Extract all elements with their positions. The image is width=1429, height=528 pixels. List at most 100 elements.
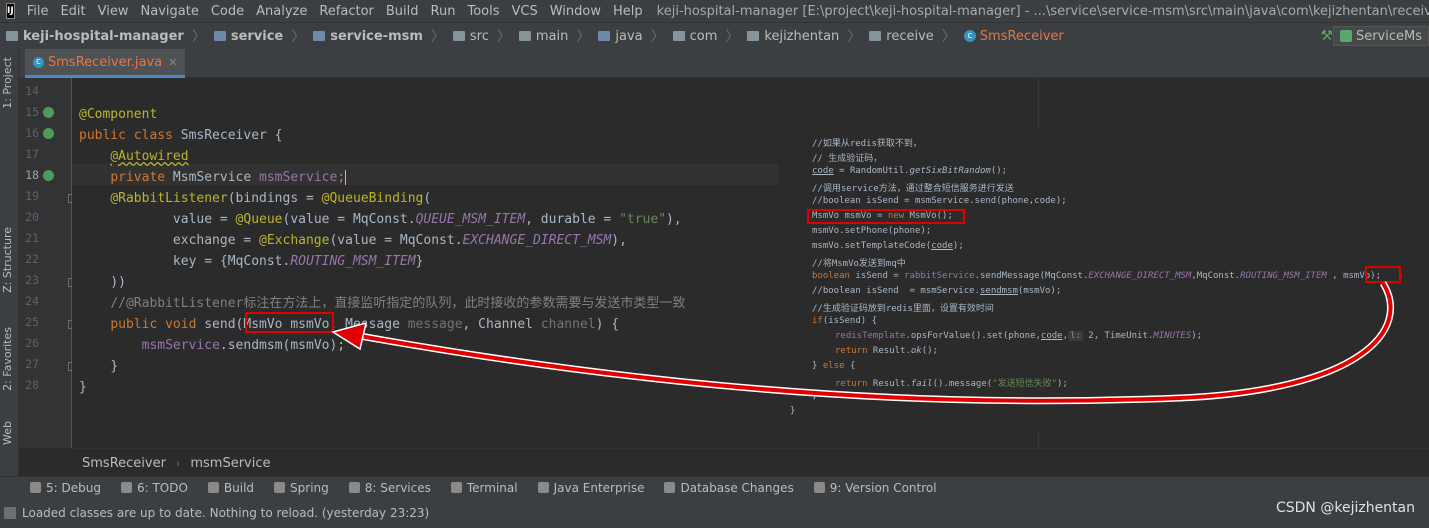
line-number: 27 — [25, 357, 39, 371]
terminal-icon — [450, 482, 462, 493]
status-message-icon[interactable] — [4, 506, 16, 519]
build-hammer-icon[interactable]: ⚒ — [1320, 28, 1333, 44]
tool-tab-project[interactable]: 1: Project — [1, 57, 17, 109]
code-lines: @Component public class SmsReceiver { @A… — [79, 104, 685, 398]
editor-tab-bar: c SmsReceiver.java ✕ — [19, 49, 1429, 78]
tool-window-spring[interactable]: Spring — [264, 481, 339, 495]
module-folder-icon — [313, 31, 326, 41]
crumb-receive[interactable]: receive — [867, 29, 936, 44]
crumb-main[interactable]: main — [517, 29, 570, 44]
tool-window-terminal[interactable]: Terminal — [441, 481, 528, 495]
spring-boot-icon — [1339, 30, 1352, 42]
spring-bean-icon[interactable] — [43, 107, 54, 118]
tool-window-build[interactable]: Build — [198, 481, 264, 495]
tool-tab-web[interactable]: Web — [1, 421, 17, 445]
menu-vcs[interactable]: VCS — [506, 4, 544, 19]
code-crumb-class[interactable]: SmsReceiver — [72, 456, 176, 471]
status-bar: Loaded classes are up to date. Nothing t… — [0, 497, 1429, 528]
menu-build[interactable]: Build — [380, 4, 425, 19]
status-message[interactable]: Loaded classes are up to date. Nothing t… — [22, 506, 429, 520]
tab-smsreceiver-java[interactable]: c SmsReceiver.java ✕ — [25, 49, 186, 78]
snippet-line: //生成验证码放到redis里面，设置有效时间 — [812, 304, 994, 314]
line-number: 24 — [25, 294, 39, 308]
menu-edit[interactable]: Edit — [54, 4, 91, 19]
parameter-hint: l: — [1068, 331, 1083, 341]
line-number: 26 — [25, 336, 39, 350]
code-line-23: )) — [110, 275, 126, 290]
tool-window-version-control[interactable]: 9: Version Control — [804, 481, 947, 495]
menu-code[interactable]: Code — [205, 4, 250, 19]
source-folder-icon — [598, 31, 611, 41]
snippet-line: code = RandomUtil.getSixBitRandom(); — [812, 166, 1008, 176]
code-line-21: exchange = @Exchange(value = MqConst.EXC… — [172, 233, 627, 248]
tool-window-todo[interactable]: 6: TODO — [111, 481, 198, 495]
crumb-smsreceiver[interactable]: c SmsReceiver — [962, 29, 1066, 44]
highlight-box-send-msmvo — [1365, 266, 1401, 283]
intellij-logo-icon: IJ — [6, 3, 15, 19]
menu-view[interactable]: View — [92, 4, 135, 19]
menu-tools[interactable]: Tools — [461, 4, 505, 19]
crumb-project[interactable]: keji-hospital-manager — [0, 29, 186, 44]
tool-window-java-enterprise[interactable]: Java Enterprise — [528, 481, 655, 495]
crumb-src[interactable]: src — [451, 29, 491, 44]
line-number: 15 — [25, 105, 39, 119]
snippet-line: return Result.fail().message("发送短信失败"); — [835, 379, 1068, 389]
chevron-right-icon: 〉 — [291, 29, 306, 45]
database-icon — [664, 482, 676, 493]
snippet-line: // 生成验证码， — [812, 154, 883, 164]
menu-run[interactable]: Run — [425, 4, 462, 19]
snippet-line: return Result.ok(); — [835, 346, 938, 356]
tool-window-debug[interactable]: 5: Debug — [0, 481, 111, 495]
tool-window-services[interactable]: 8: Services — [339, 481, 441, 495]
snippet-line: } — [790, 406, 796, 416]
spring-leaf-icon — [274, 482, 286, 493]
watermark: CSDN @kejizhentan — [1275, 500, 1415, 516]
crumb-service[interactable]: service — [212, 29, 285, 44]
code-line-16: public class SmsReceiver { — [79, 128, 283, 143]
menu-file[interactable]: File — [21, 4, 55, 19]
crumb-kejizhentan[interactable]: kejizhentan — [745, 29, 841, 44]
code-breadcrumb-bar: SmsReceiver › msmService — [72, 448, 1429, 477]
chevron-right-icon: 〉 — [576, 29, 591, 45]
snippet-line: redisTemplate.opsForValue().set(phone,co… — [835, 331, 1203, 341]
crumb-java[interactable]: java — [596, 29, 644, 44]
package-icon — [672, 31, 685, 41]
run-configuration-selector[interactable]: ServiceMs — [1332, 26, 1429, 46]
chevron-right-icon: 〉 — [650, 29, 665, 45]
crumb-com[interactable]: com — [671, 29, 720, 44]
snippet-line: if(isSend) { — [812, 316, 878, 326]
navigation-bar: keji-hospital-manager 〉 service 〉 servic… — [0, 22, 1429, 50]
menu-analyze[interactable]: Analyze — [250, 4, 313, 19]
snippet-line: //如果从redis获取不到， — [812, 139, 922, 149]
line-number: 19 — [25, 189, 39, 203]
menu-refactor[interactable]: Refactor — [313, 4, 380, 19]
line-number: 28 — [25, 378, 39, 392]
autowired-link-icon[interactable] — [43, 170, 54, 181]
todo-list-icon — [120, 482, 132, 493]
code-line-26: msmService.sendmsm(msmVo); — [141, 338, 346, 353]
menu-window[interactable]: Window — [544, 4, 607, 19]
highlight-box-new-msmvo — [807, 209, 965, 224]
class-icon: c — [33, 56, 44, 68]
chevron-right-icon: 〉 — [191, 29, 206, 45]
line-number: 14 — [25, 84, 39, 98]
tool-tab-favorites[interactable]: 2: Favorites — [1, 327, 17, 391]
spring-bean-icon[interactable] — [43, 128, 54, 139]
chevron-right-icon: 〉 — [496, 29, 511, 45]
tool-window-database-changes[interactable]: Database Changes — [654, 481, 803, 495]
folder-icon — [452, 31, 465, 41]
crumb-service-msm[interactable]: service-msm — [311, 29, 425, 44]
snippet-line: msmVo.setPhone(phone); — [812, 226, 932, 236]
close-icon[interactable]: ✕ — [168, 56, 177, 69]
debug-icon — [30, 482, 41, 493]
code-line-19: @RabbitListener(bindings = @QueueBinding… — [110, 191, 432, 206]
menu-navigate[interactable]: Navigate — [135, 4, 205, 19]
left-tool-strip: 1: Project Z: Structure 2: Favorites Web — [0, 49, 19, 496]
line-number-current: 18 — [25, 168, 39, 182]
code-line-20: value = @Queue(value = MqConst.QUEUE_MSM… — [172, 212, 682, 227]
menu-help[interactable]: Help — [607, 4, 649, 19]
version-control-icon — [813, 482, 825, 493]
tool-tab-structure[interactable]: Z: Structure — [1, 227, 17, 293]
code-crumb-field[interactable]: msmService — [180, 456, 280, 471]
class-icon: c — [963, 30, 976, 42]
